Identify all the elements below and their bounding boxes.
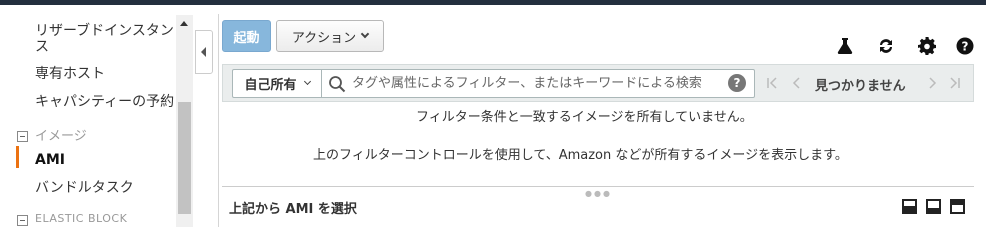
sidebar-group-ebs: ELASTIC BLOCK — [35, 212, 128, 225]
search-input[interactable] — [352, 72, 722, 94]
first-page-icon[interactable] — [765, 74, 779, 92]
layout-bottom-icon[interactable] — [902, 199, 917, 214]
collapse-ebs-group-icon[interactable] — [17, 215, 28, 226]
layout-split-icon[interactable] — [926, 199, 941, 214]
chevron-down-icon — [360, 29, 370, 39]
scroll-up-icon[interactable] — [177, 18, 191, 30]
sidebar-item-capacity-reservations[interactable]: キャパシティーの予約 — [35, 94, 174, 111]
collapse-sidebar-button[interactable] — [195, 30, 213, 74]
next-page-icon[interactable] — [926, 74, 940, 92]
launch-button[interactable]: 起動 — [222, 20, 271, 52]
split-pane-divider[interactable] — [222, 186, 974, 187]
sidebar-item-dedicated-hosts[interactable]: 専有ホスト — [35, 66, 105, 83]
active-indicator — [16, 146, 19, 168]
last-page-icon[interactable] — [948, 74, 962, 92]
detail-pane-title: 上記から AMI を選択 — [229, 202, 357, 217]
sidebar-scroll-thumb[interactable] — [178, 102, 191, 214]
actions-dropdown[interactable]: アクション — [276, 20, 384, 52]
sidebar-item-reserved-instances-wrap[interactable]: ス — [35, 39, 49, 56]
layout-top-icon[interactable] — [950, 199, 965, 214]
empty-message: フィルター条件と一致するイメージを所有していません。 — [416, 110, 753, 125]
owner-filter-label: 自己所有 — [244, 78, 297, 93]
panel-divider — [218, 14, 219, 227]
sidebar-item-bundle-tasks[interactable]: バンドルタスク — [35, 180, 134, 197]
collapse-images-group-icon[interactable] — [17, 131, 28, 142]
gear-icon[interactable] — [917, 36, 937, 56]
empty-hint-message: 上のフィルターコントロールを使用して、Amazon などが所有するイメージを表示… — [313, 148, 848, 163]
svg-text:?: ? — [962, 40, 969, 54]
sidebar-item-ami[interactable]: AMI — [35, 152, 65, 169]
flask-icon[interactable] — [835, 36, 855, 56]
help-icon[interactable]: ? — [955, 36, 975, 56]
pager-status: 見つかりません — [815, 79, 906, 94]
search-icon — [328, 75, 346, 93]
previous-page-icon[interactable] — [789, 74, 803, 92]
refresh-icon[interactable] — [876, 36, 896, 56]
actions-label: アクション — [291, 30, 357, 46]
search-help-icon[interactable]: ? — [728, 74, 746, 92]
chevron-down-icon — [303, 77, 311, 86]
sidebar-group-images: イメージ — [35, 129, 87, 144]
owner-filter-dropdown[interactable]: 自己所有 — [232, 69, 322, 98]
resize-grip-icon[interactable]: ●●● — [585, 189, 612, 198]
sidebar-item-reserved-instances[interactable]: リザーブドインスタン — [35, 23, 174, 40]
